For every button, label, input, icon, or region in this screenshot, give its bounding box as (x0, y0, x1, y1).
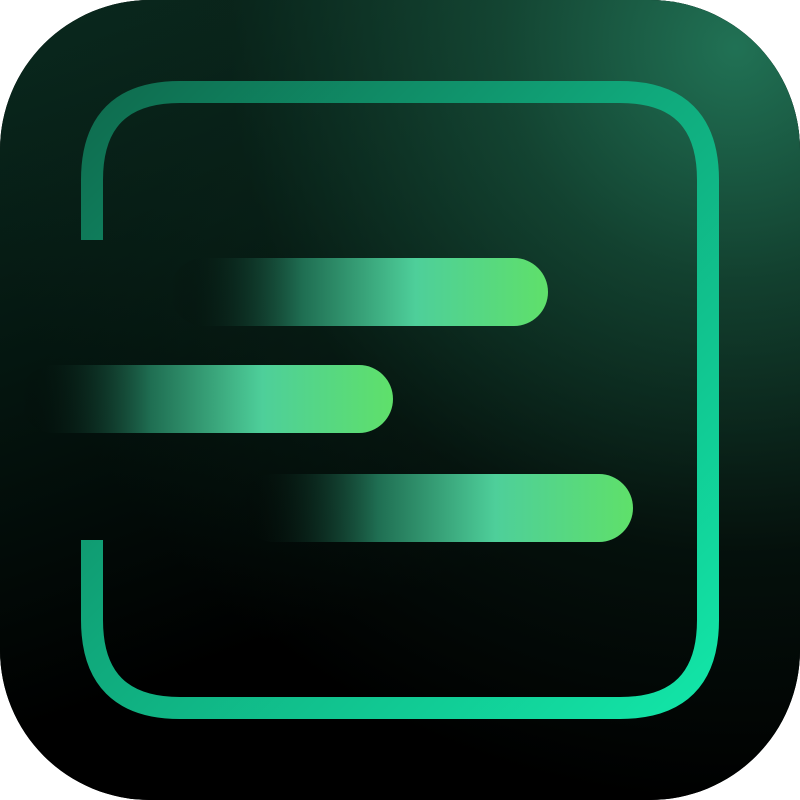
speed-frame-glyph-icon (20, 81, 719, 719)
top-speed-bar (170, 258, 548, 326)
app-icon (0, 0, 800, 800)
bottom-speed-bar (240, 474, 633, 542)
middle-speed-bar (20, 365, 393, 433)
